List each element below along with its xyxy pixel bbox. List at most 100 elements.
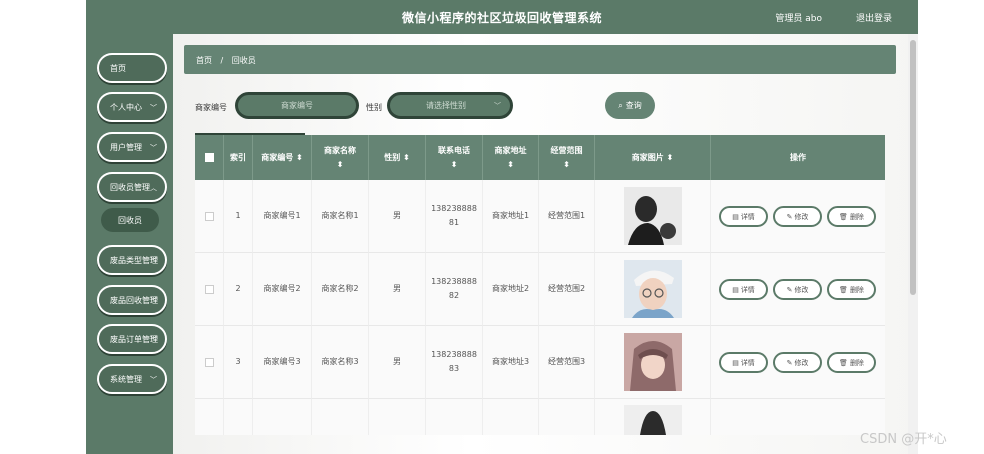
cell-index: 2 bbox=[224, 253, 253, 326]
query-button[interactable]: ⌕ 查询 bbox=[605, 92, 655, 119]
row-checkbox[interactable] bbox=[204, 284, 214, 294]
cell-index: 3 bbox=[224, 326, 253, 399]
detail-button[interactable]: ▤ 详情 bbox=[719, 206, 768, 227]
detail-button[interactable]: ▤ 详情 bbox=[719, 352, 768, 373]
header-address[interactable]: 商家地址 ⬍ bbox=[483, 135, 539, 180]
cell-merchant-no: 商家编号3 bbox=[253, 326, 312, 399]
row-select[interactable] bbox=[195, 326, 224, 399]
header-select-all[interactable] bbox=[195, 135, 224, 180]
page: 微信小程序的社区垃圾回收管理系统 管理员 abo 退出登录 首页 个人中心 ﹀ … bbox=[0, 0, 984, 454]
sidebar-item-label: 回收员管理 bbox=[110, 182, 150, 192]
sidebar-item-recyclers[interactable]: 回收员管理 ︿ bbox=[97, 172, 167, 202]
header-ops: 操作 bbox=[711, 135, 885, 180]
cell-merchant-no bbox=[253, 399, 312, 435]
sidebar-item-waste-orders[interactable]: 废品订单管理 ﹀ bbox=[97, 324, 167, 354]
header-phone[interactable]: 联系电话 ⬍ bbox=[426, 135, 483, 180]
detail-label: 详情 bbox=[740, 285, 755, 294]
row-checkbox[interactable] bbox=[204, 211, 214, 221]
select-all-checkbox[interactable] bbox=[204, 153, 214, 162]
chevron-down-icon: ﹀ bbox=[150, 297, 157, 305]
row-checkbox[interactable] bbox=[204, 357, 214, 367]
cell-merchant-name bbox=[312, 399, 369, 435]
header-image[interactable]: 商家图片 ⬍ bbox=[595, 135, 711, 180]
header-label: 性别 bbox=[384, 152, 401, 162]
cell-image bbox=[595, 253, 711, 326]
header-gender[interactable]: 性别 ⬍ bbox=[369, 135, 426, 180]
sort-icon: ⬍ bbox=[507, 159, 514, 169]
sidebar-item-waste-types[interactable]: 废品类型管理 ﹀ bbox=[97, 245, 167, 275]
delete-row-button[interactable]: 🗑 删除 bbox=[827, 206, 876, 227]
sidebar-item-home[interactable]: 首页 bbox=[97, 53, 167, 83]
app-window: 微信小程序的社区垃圾回收管理系统 管理员 abo 退出登录 首页 个人中心 ﹀ … bbox=[86, 0, 918, 454]
sidebar-subitem-recycler[interactable]: 回收员 bbox=[101, 208, 159, 232]
sidebar-item-system[interactable]: 系统管理 ﹀ bbox=[97, 364, 167, 394]
cell-scope bbox=[539, 399, 595, 435]
merchant-photo bbox=[623, 187, 682, 245]
breadcrumb-current: 回收员 bbox=[231, 56, 256, 65]
header-merchant-name[interactable]: 商家名称 ⬍ bbox=[312, 135, 369, 180]
sidebar-item-label: 个人中心 bbox=[110, 102, 142, 112]
merchant-no-input[interactable]: 商家编号 bbox=[235, 92, 359, 119]
sort-icon: ⬍ bbox=[450, 159, 458, 169]
row-select[interactable] bbox=[195, 399, 224, 435]
cell-phone: 13823888882 bbox=[426, 253, 483, 326]
cell-address: 商家地址3 bbox=[483, 326, 539, 399]
cell-gender: 男 bbox=[369, 180, 426, 253]
delete-row-button[interactable]: 🗑 删除 bbox=[827, 352, 876, 373]
sidebar-item-users[interactable]: 用户管理 ﹀ bbox=[97, 132, 167, 162]
data-table: 索引 商家编号 ⬍ 商家名称 ⬍ 性别 ⬍ 联系电话 ⬍ 商家地址 ⬍ 经营范围 ⬍ 商… bbox=[195, 135, 885, 435]
header-scope[interactable]: 经营范围 ⬍ bbox=[539, 135, 595, 180]
cell-merchant-name: 商家名称3 bbox=[312, 326, 369, 399]
edit-button[interactable]: ✎ 修改 bbox=[773, 206, 822, 227]
edit-icon: ✎ bbox=[786, 212, 793, 221]
sidebar-item-waste-recycling[interactable]: 废品回收管理 ﹀ bbox=[97, 285, 167, 315]
chevron-down-icon: ﹀ bbox=[150, 144, 157, 152]
header-label: 联系电话 bbox=[438, 145, 470, 155]
header-merchant-no[interactable]: 商家编号 ⬍ bbox=[253, 135, 312, 180]
row-select[interactable] bbox=[195, 253, 224, 326]
row-select[interactable] bbox=[195, 180, 224, 253]
cell-image bbox=[595, 180, 711, 253]
scrollbar-thumb[interactable] bbox=[910, 40, 916, 295]
header-label: 经营范围 bbox=[550, 145, 583, 155]
breadcrumb-separator: / bbox=[220, 56, 224, 65]
logout-link[interactable]: 退出登录 bbox=[856, 11, 892, 24]
breadcrumb-home[interactable]: 首页 bbox=[196, 56, 212, 65]
chevron-down-icon: ﹀ bbox=[150, 336, 157, 344]
trash-icon: 🗑 bbox=[839, 285, 848, 294]
cell-gender: 男 bbox=[369, 253, 426, 326]
cell-scope: 经营范围1 bbox=[539, 180, 595, 253]
cell-address: 商家地址1 bbox=[483, 180, 539, 253]
cell-gender bbox=[369, 399, 426, 435]
merchant-photo bbox=[623, 405, 682, 435]
chevron-down-icon: ﹀ bbox=[150, 376, 157, 384]
cell-phone bbox=[426, 399, 483, 435]
edit-button[interactable]: ✎ 修改 bbox=[773, 352, 822, 373]
gender-select[interactable]: 请选择性别 ﹀ bbox=[387, 92, 513, 119]
detail-button[interactable]: ▤ 详情 bbox=[719, 279, 768, 300]
trash-icon: 🗑 bbox=[839, 358, 848, 367]
sidebar-item-label: 系统管理 bbox=[110, 374, 142, 384]
cell-ops bbox=[711, 399, 885, 435]
gender-label: 性别 bbox=[366, 103, 382, 112]
sort-icon: ⬍ bbox=[563, 159, 570, 169]
detail-icon: ▤ bbox=[732, 212, 739, 221]
sidebar-item-profile[interactable]: 个人中心 ﹀ bbox=[97, 92, 167, 122]
delete-label: 删除 bbox=[849, 212, 864, 221]
edit-label: 修改 bbox=[794, 212, 809, 221]
vertical-scrollbar[interactable] bbox=[908, 34, 918, 454]
chevron-up-icon: ︿ bbox=[150, 184, 157, 192]
delete-row-button[interactable]: 🗑 删除 bbox=[827, 279, 876, 300]
merchant-photo bbox=[623, 260, 682, 318]
header-index: 索引 bbox=[224, 135, 253, 180]
cell-phone: 13823888881 bbox=[426, 180, 483, 253]
watermark: CSDN @开*心 bbox=[860, 432, 947, 447]
cell-merchant-name: 商家名称2 bbox=[312, 253, 369, 326]
delete-label: 删除 bbox=[849, 285, 864, 294]
query-button-label: 查询 bbox=[625, 101, 642, 110]
chevron-down-icon: ﹀ bbox=[494, 102, 501, 110]
edit-icon: ✎ bbox=[786, 285, 793, 294]
sort-icon: ⬍ bbox=[296, 152, 303, 162]
cell-index bbox=[224, 399, 253, 435]
edit-button[interactable]: ✎ 修改 bbox=[773, 279, 822, 300]
